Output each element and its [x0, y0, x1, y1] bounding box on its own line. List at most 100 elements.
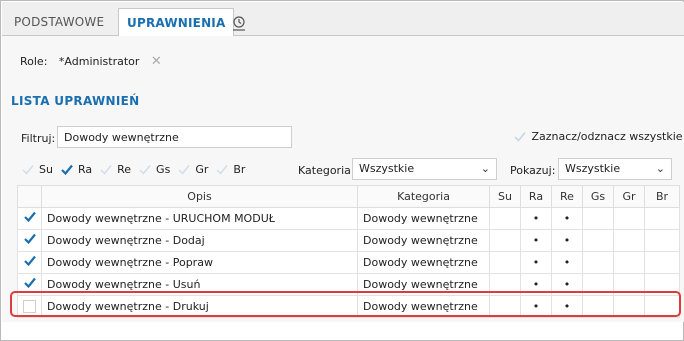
permissions-table: Opis Kategoria Su Ra Re Gs Gr Br Dowody wewnętr… [17, 185, 680, 318]
cell-ra: • [520, 295, 552, 318]
table-row[interactable]: Dowody wewnętrzne - Popraw Dowody wewnętr… [17, 251, 680, 274]
table-row[interactable]: Dowody wewnętrzne - Usuń Dowody wewnętrzn… [17, 273, 680, 296]
permissions-panel: Role: *Administrator ✕ LISTA UPRAWNIEŃ F… [2, 36, 684, 322]
cell-re: • [551, 295, 583, 318]
cell-gr [613, 251, 645, 274]
close-icon[interactable]: ✕ [151, 54, 162, 69]
cell-kategoria: Dowody wewnętrzne [357, 207, 490, 230]
cell-re: • [551, 251, 583, 274]
pokazuj-select[interactable]: Wszystkie ⌄ [558, 158, 672, 180]
cell-gs [582, 295, 614, 318]
flag-label: Re [117, 163, 132, 176]
cell-ra: • [520, 207, 552, 230]
flag-1[interactable]: Ra [59, 160, 92, 180]
column-header [17, 185, 42, 208]
window-frame: PODSTAWOWE UPRAWNIENIA Role: *Administra… [0, 0, 684, 341]
permission-flags: Su Ra Re Gs Gr Br [20, 160, 251, 180]
flag-checkbox[interactable] [176, 162, 192, 178]
cell-gr [613, 207, 645, 230]
flag-checkbox[interactable] [59, 162, 75, 178]
cell-su [489, 207, 521, 230]
column-header[interactable]: Re [551, 185, 583, 208]
column-header[interactable]: Su [489, 185, 521, 208]
column-header[interactable]: Br [644, 185, 680, 208]
flag-5[interactable]: Br [214, 160, 245, 180]
flag-label: Gs [156, 163, 171, 176]
table-row[interactable]: Dowody wewnętrzne - URUCHOM MODUŁ Dowody … [17, 207, 680, 230]
tab-uprawnienia[interactable]: UPRAWNIENIA [118, 8, 235, 37]
cell-br [644, 251, 680, 274]
cell-gs [582, 207, 614, 230]
flag-label: Gr [195, 163, 209, 176]
cell-kategoria: Dowody wewnętrzne [357, 273, 490, 296]
cell-kategoria: Dowody wewnętrzne [357, 229, 490, 252]
table-row[interactable]: Dowody wewnętrzne - Drukuj Dowody wewnętr… [17, 295, 680, 318]
role-row: Role: *Administrator ✕ [20, 54, 170, 70]
table-body: Dowody wewnętrzne - URUCHOM MODUŁ Dowody … [17, 207, 680, 318]
chevron-down-icon: ⌄ [480, 162, 490, 175]
flag-checkbox[interactable] [214, 162, 230, 178]
chevron-down-icon: ⌄ [655, 162, 665, 175]
cell-re: • [551, 207, 583, 230]
cell-br [644, 207, 680, 230]
flag-4[interactable]: Gr [176, 160, 208, 180]
flag-3[interactable]: Gs [137, 160, 170, 180]
column-header[interactable]: Gr [613, 185, 645, 208]
column-header[interactable]: Gs [582, 185, 614, 208]
cell-opis: Dowody wewnętrzne - Popraw [41, 251, 358, 274]
column-header[interactable]: Ra [520, 185, 552, 208]
cell-gr [613, 229, 645, 252]
kategoria-value: Wszystkie [359, 162, 415, 175]
cell-su [489, 295, 521, 318]
pokazuj-label: Pokazuj: [510, 164, 556, 177]
tab-podstawowe[interactable]: PODSTAWOWE [6, 8, 112, 37]
cell-opis: Dowody wewnętrzne - Dodaj [41, 229, 358, 252]
flag-checkbox[interactable] [137, 162, 153, 178]
row-checkbox[interactable] [17, 295, 42, 318]
cell-opis: Dowody wewnętrzne - URUCHOM MODUŁ [41, 207, 358, 230]
cell-ra: • [520, 229, 552, 252]
cell-br [644, 229, 680, 252]
section-title: LISTA UPRAWNIEŃ [11, 94, 140, 108]
role-value: *Administrator [58, 55, 140, 68]
cell-opis: Dowody wewnętrzne - Drukuj [41, 295, 358, 318]
flag-checkbox[interactable] [20, 162, 36, 178]
row-checkbox[interactable] [17, 229, 42, 252]
row-checkbox[interactable] [17, 273, 42, 296]
column-header[interactable]: Kategoria [357, 185, 490, 208]
row-checkbox[interactable] [17, 251, 42, 274]
cell-gr [613, 295, 645, 318]
flag-label: Su [39, 163, 53, 176]
pokazuj-value: Wszystkie [565, 162, 621, 175]
column-header[interactable]: Opis [41, 185, 358, 208]
table-row[interactable]: Dowody wewnętrzne - Dodaj Dowody wewnętrz… [17, 229, 680, 252]
tab-bar: PODSTAWOWE UPRAWNIENIA [2, 2, 684, 37]
cell-opis: Dowody wewnętrzne - Usuń [41, 273, 358, 296]
kategoria-label: Kategoria: [298, 164, 355, 177]
filter-input[interactable] [57, 126, 292, 148]
history-icon[interactable] [224, 8, 254, 37]
role-label: Role: [20, 55, 48, 68]
flag-label: Ra [77, 163, 93, 176]
select-all-toggle[interactable]: Zaznacz/odznacz wszystkie [512, 128, 683, 146]
select-all-checkbox[interactable] [512, 129, 528, 145]
flag-2[interactable]: Re [98, 160, 131, 180]
kategoria-select[interactable]: Wszystkie ⌄ [352, 158, 497, 180]
select-all-label: Zaznacz/odznacz wszystkie [531, 130, 683, 143]
filter-label: Filtruj: [21, 132, 56, 145]
cell-kategoria: Dowody wewnętrzne [357, 251, 490, 274]
cell-gs [582, 273, 614, 296]
cell-re: • [551, 229, 583, 252]
cell-br [644, 295, 680, 318]
cell-ra: • [520, 251, 552, 274]
cell-gr [613, 273, 645, 296]
cell-su [489, 273, 521, 296]
row-checkbox[interactable] [17, 207, 42, 230]
cell-br [644, 273, 680, 296]
table-header: Opis Kategoria Su Ra Re Gs Gr Br [17, 185, 680, 208]
cell-su [489, 229, 521, 252]
cell-gs [582, 251, 614, 274]
flag-checkbox[interactable] [98, 162, 114, 178]
flag-0[interactable]: Su [20, 160, 53, 180]
cell-gs [582, 229, 614, 252]
